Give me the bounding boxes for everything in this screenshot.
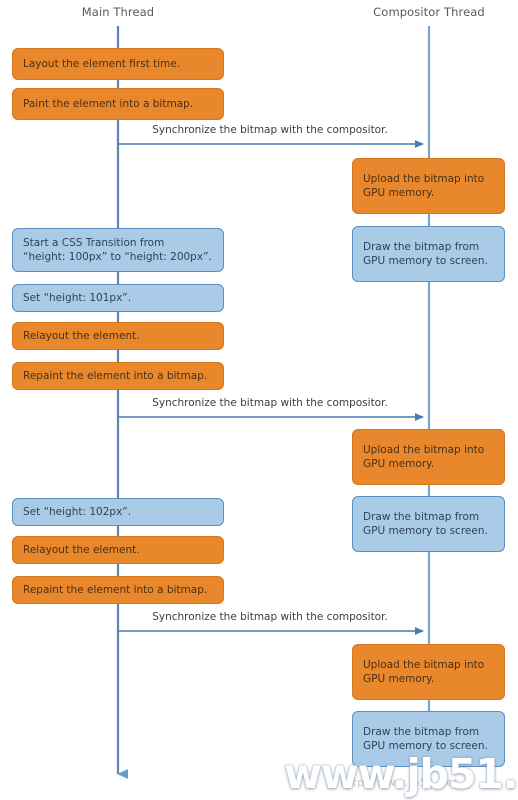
sync-message-label-3: Synchronize the bitmap with the composit… xyxy=(152,611,388,623)
main-step-relayout-element-2[interactable]: Relayout the element. xyxy=(12,536,224,564)
compositor-step-draw-bitmap-2[interactable]: Draw the bitmap from GPU memory to scree… xyxy=(352,496,505,552)
sync-message-label-2: Synchronize the bitmap with the composit… xyxy=(152,397,388,409)
main-step-paint-element[interactable]: Paint the element into a bitmap. xyxy=(12,88,224,120)
main-step-relayout-element-1[interactable]: Relayout the element. xyxy=(12,322,224,350)
main-step-layout-element[interactable]: Layout the element first time. xyxy=(12,48,224,80)
diagram-canvas: Main Thread Compositor Thread Synchroniz… xyxy=(0,0,518,800)
compositor-step-draw-bitmap-1[interactable]: Draw the bitmap from GPU memory to scree… xyxy=(352,226,505,282)
main-step-set-height-102[interactable]: Set “height: 102px”. xyxy=(12,498,224,526)
main-step-repaint-element-1[interactable]: Repaint the element into a bitmap. xyxy=(12,362,224,390)
compositor-step-upload-bitmap-3[interactable]: Upload the bitmap into GPU memory. xyxy=(352,644,505,700)
watermark-jb51: www.jb51.net xyxy=(284,750,518,798)
main-step-start-css-transition[interactable]: Start a CSS Transition from “height: 100… xyxy=(12,228,224,272)
sync-message-label-1: Synchronize the bitmap with the composit… xyxy=(152,124,388,136)
main-step-set-height-101[interactable]: Set “height: 101px”. xyxy=(12,284,224,312)
compositor-step-upload-bitmap-1[interactable]: Upload the bitmap into GPU memory. xyxy=(352,158,505,214)
compositor-step-upload-bitmap-2[interactable]: Upload the bitmap into GPU memory. xyxy=(352,429,505,485)
main-step-repaint-element-2[interactable]: Repaint the element into a bitmap. xyxy=(12,576,224,604)
